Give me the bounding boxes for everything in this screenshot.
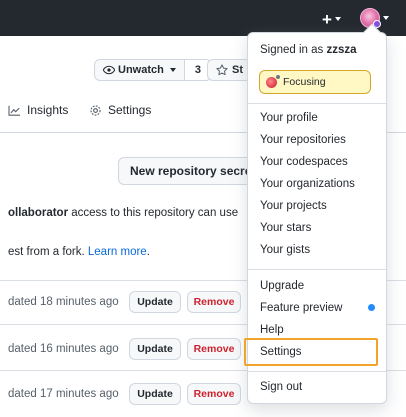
menu-item-your-repositories[interactable]: Your repositories <box>260 134 346 146</box>
user-dropdown-menu: Signed in as zzsza Focusing Your profile… <box>244 23 387 404</box>
update-secret-button[interactable]: Update <box>129 338 181 360</box>
unwatch-button[interactable]: Unwatch <box>95 60 185 80</box>
graph-icon <box>8 105 21 116</box>
status-emoji-icon <box>266 74 280 88</box>
plus-icon: + <box>322 9 332 29</box>
chevron-down-icon <box>169 68 176 72</box>
tab-insights-label: Insights <box>27 103 69 117</box>
create-new-button[interactable]: + <box>322 10 341 28</box>
fork-info-text: est from a fork. Learn more. <box>8 246 150 258</box>
update-secret-button[interactable]: Update <box>129 291 181 313</box>
gear-icon <box>89 104 102 117</box>
menu-item-your-gists[interactable]: Your gists <box>260 244 310 256</box>
menu-item-your-stars[interactable]: Your stars <box>260 222 311 234</box>
username: zzsza <box>326 44 357 56</box>
new-feature-dot-icon <box>368 304 375 311</box>
remove-secret-button[interactable]: Remove <box>187 291 241 313</box>
menu-item-your-organizations[interactable]: Your organizations <box>260 178 355 190</box>
menu-item-upgrade[interactable]: Upgrade <box>260 280 304 292</box>
chevron-down-icon <box>383 16 389 20</box>
menu-divider <box>248 371 386 372</box>
tab-settings-label: Settings <box>108 103 152 117</box>
remove-secret-button[interactable]: Remove <box>187 383 241 405</box>
menu-item-your-codespaces[interactable]: Your codespaces <box>260 156 348 168</box>
menu-item-your-profile[interactable]: Your profile <box>260 112 318 124</box>
learn-more-link[interactable]: Learn more <box>88 246 147 258</box>
menu-item-your-projects[interactable]: Your projects <box>260 200 327 212</box>
collaborator-bold-text: ollaborator <box>8 207 69 219</box>
update-secret-button[interactable]: Update <box>129 383 181 405</box>
signed-in-prefix: Signed in as <box>260 44 327 56</box>
menu-divider <box>248 103 386 104</box>
star-icon <box>216 64 228 76</box>
menu-item-help[interactable]: Help <box>260 324 284 336</box>
unwatch-label: Unwatch <box>118 64 164 76</box>
menu-divider <box>248 269 386 270</box>
settings-highlight-box <box>244 338 378 366</box>
unwatch-button-group: Unwatch 3 <box>94 59 212 81</box>
secret-row-updated: dated 17 minutes ago <box>8 388 119 400</box>
tab-settings[interactable]: Settings <box>89 103 151 117</box>
remove-secret-button[interactable]: Remove <box>187 338 241 360</box>
fork-text-end: . <box>146 246 150 258</box>
fork-text: est from a fork. <box>8 246 88 258</box>
menu-item-sign-out[interactable]: Sign out <box>260 381 302 393</box>
set-status-button[interactable]: Focusing <box>259 70 371 94</box>
menu-item-feature-preview[interactable]: Feature preview <box>260 302 342 314</box>
collaborator-rest-text: access to this repository can use <box>68 207 239 219</box>
secret-row-updated: dated 16 minutes ago <box>8 343 119 355</box>
eye-icon <box>103 65 115 75</box>
user-menu-button[interactable] <box>360 8 389 28</box>
collaborator-access-text: ollaborator access to this repository ca… <box>8 207 238 219</box>
status-text: Focusing <box>283 76 326 88</box>
star-label: St <box>232 64 243 76</box>
signed-in-as: Signed in as zzsza <box>260 44 357 56</box>
chevron-down-icon <box>334 17 341 21</box>
global-header: + <box>0 0 406 36</box>
new-repository-secret-button[interactable]: New repository secret <box>118 157 268 185</box>
tab-insights[interactable]: Insights <box>8 103 68 117</box>
secret-row-updated: dated 18 minutes ago <box>8 296 119 308</box>
